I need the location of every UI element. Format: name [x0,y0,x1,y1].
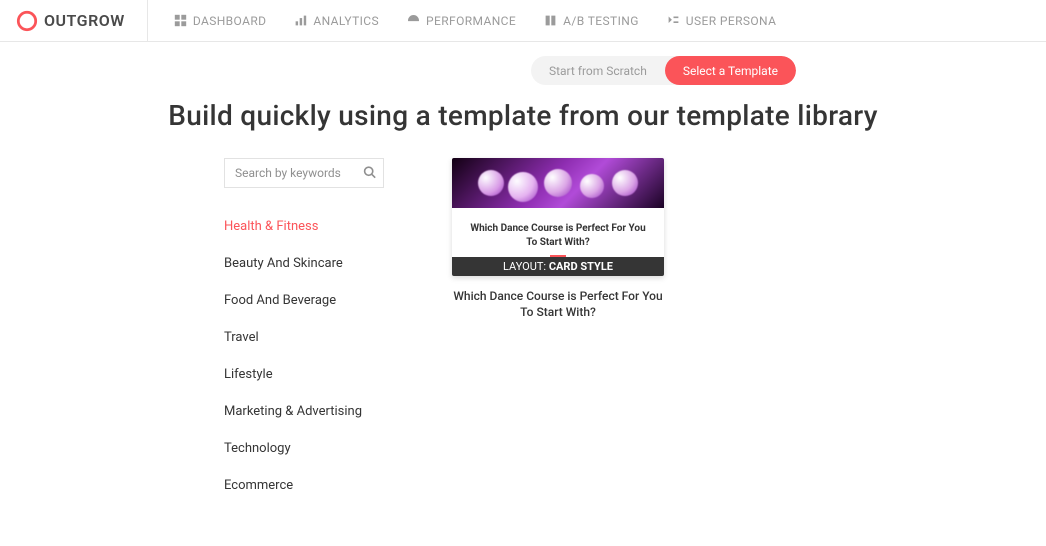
analytics-icon [294,14,307,27]
category-marketing-advertising[interactable]: Marketing & Advertising [224,393,384,430]
nav-dashboard[interactable]: DASHBOARD [174,14,267,28]
outgrow-logo-icon [16,10,38,32]
logo[interactable]: OUTGROW [16,0,148,41]
performance-icon [407,14,420,27]
logo-text: OUTGROW [44,11,125,30]
main-nav: DASHBOARD ANALYTICS PERFORMANCE A/B TEST… [174,14,777,28]
nav-ab-testing-label: A/B TESTING [563,14,639,28]
template-card-footer-value: CARD STYLE [549,260,613,273]
dashboard-icon [174,14,187,27]
template-card-caption: Which Dance Course is Perfect For You To… [452,288,664,320]
nav-ab-testing[interactable]: A/B TESTING [544,14,639,28]
user-persona-icon [667,14,680,27]
mode-toggle-row: Start from Scratch Select a Template [0,42,1046,85]
search-icon[interactable] [363,164,376,183]
nav-user-persona[interactable]: USER PERSONA [667,14,777,28]
page-title: Build quickly using a template from our … [0,99,1046,132]
mode-toggle: Start from Scratch Select a Template [531,56,796,85]
template-card[interactable]: Which Dance Course is Perfect For You To… [452,158,664,276]
select-template-button[interactable]: Select a Template [665,56,796,85]
nav-analytics-label: ANALYTICS [313,14,379,28]
template-grid: Which Dance Course is Perfect For You To… [452,158,664,504]
ab-testing-icon [544,14,557,27]
nav-analytics[interactable]: ANALYTICS [294,14,379,28]
category-health-fitness[interactable]: Health & Fitness [224,208,384,245]
search-input[interactable] [224,158,384,188]
nav-performance-label: PERFORMANCE [426,14,516,28]
category-list: Health & Fitness Beauty And Skincare Foo… [224,208,384,504]
content: Health & Fitness Beauty And Skincare Foo… [0,132,1046,504]
category-beauty-skincare[interactable]: Beauty And Skincare [224,245,384,282]
nav-user-persona-label: USER PERSONA [686,14,777,28]
category-food-beverage[interactable]: Food And Beverage [224,282,384,319]
category-lifestyle[interactable]: Lifestyle [224,356,384,393]
header: OUTGROW DASHBOARD ANALYTICS PERFORMANCE … [0,0,1046,42]
nav-dashboard-label: DASHBOARD [193,14,267,28]
sidebar: Health & Fitness Beauty And Skincare Foo… [224,158,384,504]
template-card-body: Which Dance Course is Perfect For You To… [452,208,664,249]
category-technology[interactable]: Technology [224,430,384,467]
template-card-footer-label: LAYOUT: [503,260,549,273]
search-wrap [224,158,384,188]
template-card-footer: LAYOUT: CARD STYLE [452,257,664,276]
template-card-image [452,158,664,208]
category-ecommerce[interactable]: Ecommerce [224,467,384,504]
nav-performance[interactable]: PERFORMANCE [407,14,516,28]
category-travel[interactable]: Travel [224,319,384,356]
start-from-scratch-button[interactable]: Start from Scratch [531,56,665,85]
